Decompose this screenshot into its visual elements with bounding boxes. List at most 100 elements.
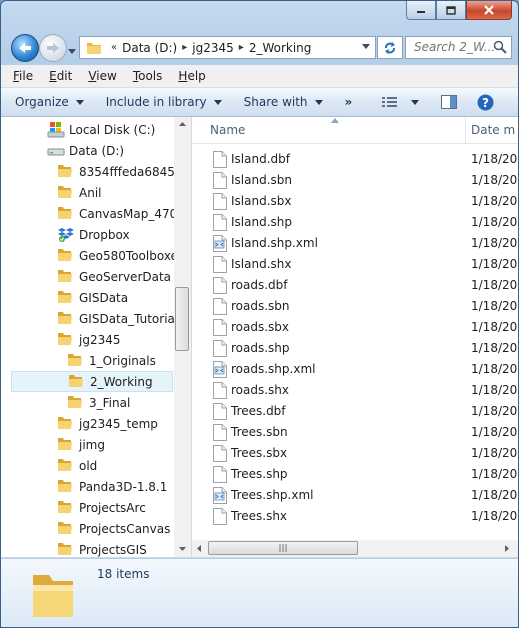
column-divider[interactable] <box>465 117 466 143</box>
search-icon[interactable] <box>493 40 507 54</box>
nav-item[interactable]: CanvasMap_470 <box>57 203 177 224</box>
chevron-down-icon <box>68 49 76 54</box>
nav-item[interactable]: ProjectsGIS <box>57 539 147 557</box>
file-row[interactable]: Trees.sbn 1/18/20 <box>192 422 518 443</box>
file-row[interactable]: Island.sbx 1/18/20 <box>192 191 518 212</box>
nav-item[interactable]: Geo580Toolboxes <box>57 245 184 266</box>
change-view-button[interactable] <box>382 96 420 108</box>
nav-item[interactable]: jg2345 <box>57 329 121 350</box>
chevron-down-icon[interactable] <box>411 99 420 105</box>
folder-icon <box>57 269 75 285</box>
menu-view[interactable]: View <box>82 69 122 83</box>
nav-item[interactable]: 1_Originals <box>67 350 156 371</box>
folder-large-icon <box>33 575 73 617</box>
file-row[interactable]: roads.shx 1/18/20 <box>192 380 518 401</box>
dropbox-icon <box>57 227 75 243</box>
breadcrumb-separator-icon[interactable]: ▸ <box>239 42 244 53</box>
forward-button[interactable] <box>39 34 67 62</box>
file-list-pane[interactable]: Name Date m Island.dbf 1/18/20 Island.sbn 1… <box>192 117 518 557</box>
file-row[interactable]: Trees.dbf 1/18/20 <box>192 401 518 422</box>
include-in-library-button[interactable]: Include in library <box>106 95 222 109</box>
nav-item[interactable]: 8354fffeda6845ab6 <box>57 161 191 182</box>
back-button[interactable] <box>11 34 39 62</box>
nav-item[interactable]: Local Disk (C:) <box>47 119 155 140</box>
nav-item[interactable]: Anil <box>57 182 101 203</box>
file-row[interactable]: Trees.shp 1/18/20 <box>192 464 518 485</box>
maximize-button[interactable] <box>436 1 466 20</box>
nav-item[interactable]: ProjectsArc <box>57 497 146 518</box>
file-row[interactable]: roads.sbn 1/18/20 <box>192 296 518 317</box>
file-row[interactable]: roads.shp.xml 1/18/20 <box>192 359 518 380</box>
breadcrumb-item[interactable]: Data (D:) <box>122 41 177 55</box>
search-box[interactable] <box>405 36 512 59</box>
nav-item[interactable]: Panda3D-1.8.1 <box>57 476 167 497</box>
nav-item[interactable]: Data (D:) <box>47 140 124 161</box>
minimize-button[interactable] <box>406 1 436 20</box>
column-header-name[interactable]: Name <box>210 123 245 137</box>
menu-edit[interactable]: Edit <box>43 69 78 83</box>
nav-item[interactable]: ProjectsCanvas <box>57 518 170 539</box>
nav-item-label: 2_Working <box>90 374 153 389</box>
breadcrumb-separator-icon[interactable]: ▸ <box>182 42 187 53</box>
file-name: Island.shp <box>231 215 292 229</box>
nav-item[interactable]: 2_Working <box>11 371 173 392</box>
breadcrumb-item[interactable]: 2_Working <box>249 41 312 55</box>
share-with-button[interactable]: Share with <box>244 95 323 109</box>
scroll-left-icon[interactable] <box>192 540 206 557</box>
nav-scroll-thumb[interactable] <box>175 287 189 351</box>
scroll-right-icon[interactable] <box>500 540 514 557</box>
file-row[interactable]: Island.shp 1/18/20 <box>192 212 518 233</box>
search-input[interactable] <box>406 37 494 56</box>
address-bar[interactable]: « Data (D:) ▸ jg2345 ▸ 2_Working <box>79 36 376 59</box>
nav-item[interactable]: old <box>57 455 97 476</box>
file-horizontal-scrollbar[interactable] <box>192 540 518 557</box>
file-row[interactable]: Trees.sbx 1/18/20 <box>192 443 518 464</box>
breadcrumb-overflow[interactable]: « <box>111 42 117 53</box>
share-with-label: Share with <box>243 95 308 109</box>
folder-icon <box>57 479 75 495</box>
include-in-library-label: Include in library <box>105 95 207 109</box>
refresh-button[interactable] <box>377 36 403 59</box>
navigation-pane[interactable]: ProjectsGIS ProjectsCanvas ProjectsArc Pand… <box>1 117 192 557</box>
file-row[interactable]: roads.sbx 1/18/20 <box>192 317 518 338</box>
nav-item[interactable]: GeoServerData <box>57 266 171 287</box>
help-button[interactable]: ? <box>477 94 494 111</box>
file-row[interactable]: Island.shp.xml 1/18/20 <box>192 233 518 254</box>
file-icon <box>213 319 227 339</box>
menu-file[interactable]: File <box>13 69 39 83</box>
menu-tools[interactable]: Tools <box>127 69 169 83</box>
menu-help[interactable]: Help <box>172 69 211 83</box>
organize-button[interactable]: Organize <box>15 95 84 109</box>
nav-item[interactable]: jg2345_temp <box>57 413 158 434</box>
nav-item[interactable]: 3_Final <box>67 392 130 413</box>
preview-pane-button[interactable] <box>441 95 458 109</box>
nav-item[interactable]: GISData_Tutorial <box>57 308 178 329</box>
file-row[interactable]: roads.dbf 1/18/20 <box>192 275 518 296</box>
scroll-up-icon[interactable] <box>174 117 191 131</box>
drive-c-icon <box>47 121 65 138</box>
close-button[interactable] <box>466 1 512 20</box>
horizontal-scroll-thumb[interactable] <box>208 541 358 555</box>
file-row[interactable]: Trees.shp.xml 1/18/20 <box>192 485 518 506</box>
maximize-icon <box>446 5 456 15</box>
chevron-down-icon[interactable] <box>362 44 370 49</box>
scroll-down-icon[interactable] <box>174 542 191 556</box>
file-row[interactable]: Island.sbn 1/18/20 <box>192 170 518 191</box>
recent-pages-dropdown[interactable] <box>68 43 76 57</box>
folder-icon <box>57 416 75 432</box>
file-row[interactable]: roads.shp 1/18/20 <box>192 338 518 359</box>
nav-item[interactable]: GISData <box>57 287 128 308</box>
nav-item[interactable]: Dropbox <box>57 224 130 245</box>
file-name: Trees.sbx <box>231 446 288 460</box>
nav-vertical-scrollbar[interactable] <box>174 117 191 557</box>
more-commands-button[interactable]: » <box>345 95 353 109</box>
file-date-modified: 1/18/20 <box>471 404 518 418</box>
file-row[interactable]: Island.shx 1/18/20 <box>192 254 518 275</box>
nav-item[interactable]: jimg <box>57 434 105 455</box>
file-row[interactable]: Island.dbf 1/18/20 <box>192 149 518 170</box>
file-row[interactable]: Trees.shx 1/18/20 <box>192 506 518 527</box>
column-header-date[interactable]: Date m <box>471 123 515 137</box>
breadcrumb-item[interactable]: jg2345 <box>192 41 234 55</box>
file-date-modified: 1/18/20 <box>471 446 518 460</box>
file-icon <box>213 172 227 192</box>
